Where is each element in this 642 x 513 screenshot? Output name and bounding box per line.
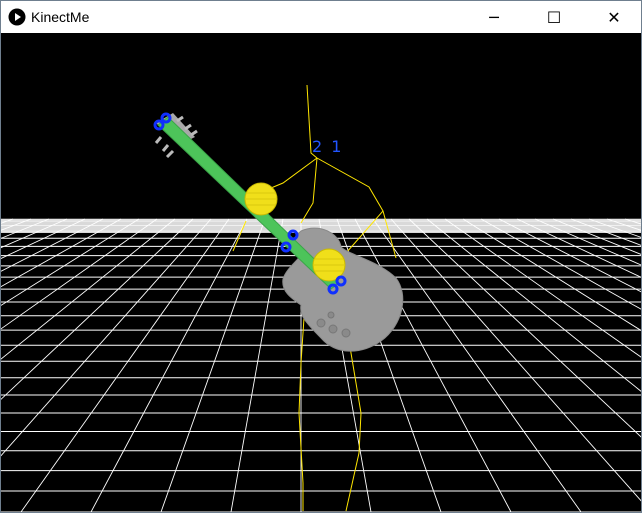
floor-grid-line <box>1 218 212 457</box>
floor-grid-line <box>1 218 158 330</box>
floor-grid-line <box>160 218 266 512</box>
floor-grid-line <box>20 218 230 512</box>
floor-grid-line <box>354 218 512 512</box>
floor-grid-line <box>1 218 68 249</box>
floor-grid-line <box>552 218 641 255</box>
floor-grid-line <box>1 218 14 224</box>
app-icon <box>8 8 26 26</box>
window-title: KinectMe <box>31 9 90 25</box>
maximize-button[interactable]: ☐ <box>531 1 577 33</box>
floor-grid-line <box>570 218 641 246</box>
scene-viewport[interactable]: 2 1 <box>1 33 641 512</box>
minimize-button[interactable]: ─ <box>471 1 517 33</box>
close-button[interactable]: ✕ <box>591 1 637 33</box>
floor-grid-line <box>588 218 641 238</box>
scene-canvas <box>1 84 641 512</box>
floor-grid-line <box>390 218 641 502</box>
floor-grid-line <box>534 218 641 266</box>
floor-grid-line <box>90 218 248 512</box>
tracked-body-id: 2 1 <box>312 137 344 156</box>
title-bar[interactable]: KinectMe ─ ☐ ✕ <box>1 1 641 33</box>
floor-grid-line <box>516 218 641 278</box>
floor-grid-line <box>624 218 641 225</box>
floor-grid-line <box>480 218 641 310</box>
floor-grid-line <box>408 218 641 438</box>
floor-grid-line <box>1 218 32 231</box>
maximize-icon: ☐ <box>546 7 562 27</box>
floor-grid-line <box>1 218 176 360</box>
floor-grid-line <box>230 218 284 512</box>
floor-grid-line <box>1 218 122 288</box>
floor-grid-line <box>1 218 50 239</box>
floor-grid-line <box>1 218 140 306</box>
floor-grid-line <box>498 218 641 293</box>
app-window: KinectMe ─ ☐ ✕ 2 1 <box>0 0 642 513</box>
floor-grid-line <box>462 218 641 331</box>
close-icon: ✕ <box>607 7 621 27</box>
floor-grid-line <box>372 218 582 512</box>
floor-grid-line <box>1 218 194 400</box>
minimize-icon: ─ <box>489 7 499 27</box>
